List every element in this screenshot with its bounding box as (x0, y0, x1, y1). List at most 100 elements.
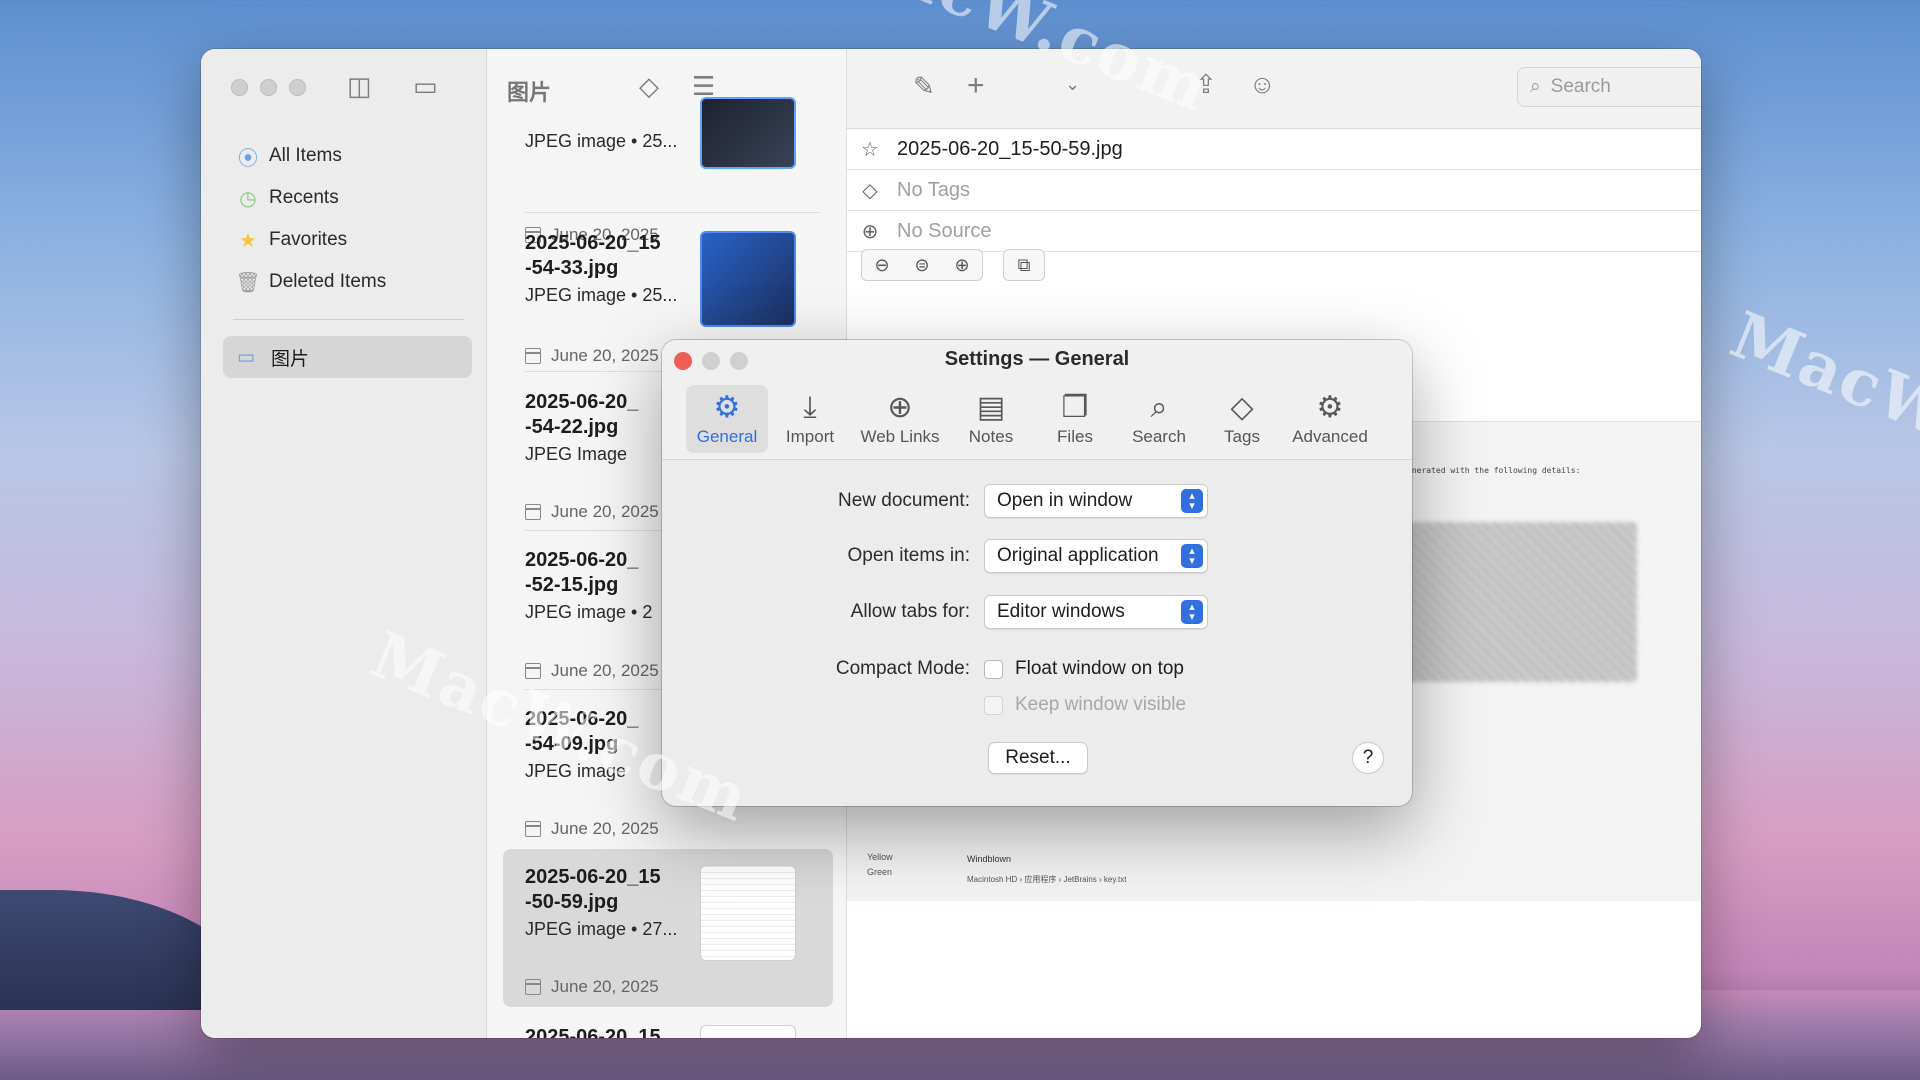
zoom-group: ⊖ ⊜ ⊕ (861, 249, 983, 281)
tab-import[interactable]: ⤓ Import (768, 385, 852, 453)
tag-icon[interactable]: ◇ (639, 73, 659, 99)
file-name: 2025-06-20_15 -50-59.jpg (525, 866, 661, 913)
chevron-updown-icon: ▴ ▾ (1181, 489, 1203, 513)
search-placeholder: Search (1550, 76, 1611, 97)
allow-tabs-label: Allow tabs for: (850, 601, 970, 622)
add-icon[interactable]: + (967, 71, 985, 101)
sidebar: ◫ ▭ ⦿ All Items ◷ Recents ★ Favorites 🗑 … (201, 49, 487, 1038)
file-date: June 20, 2025 (551, 346, 659, 365)
list-item[interactable]: 2025-06-20_15 (525, 1025, 825, 1038)
tab-notes[interactable]: ▤ Notes (948, 385, 1034, 453)
tab-search[interactable]: ⌕ Search (1116, 385, 1202, 453)
import-icon: ⤓ (803, 391, 817, 424)
minimize-button[interactable] (260, 79, 277, 96)
file-date-row: June 20, 2025 (525, 346, 659, 366)
new-document-row: New document: Open in window ▴ ▾ (662, 484, 1412, 518)
keep-visible-row: Keep window visible (662, 694, 1412, 716)
tags-row[interactable]: ◇ No Tags (847, 171, 1701, 211)
split-view-icon[interactable]: ◫ (347, 73, 372, 99)
preview-text: enerated with the following details: (1407, 466, 1581, 475)
gear-icon: ⚙ (713, 391, 741, 424)
zoom-out-icon[interactable]: ⊖ (862, 250, 902, 280)
list-item[interactable]: 2025-06-20_15 -54-33.jpg JPEG image • 25… (525, 231, 825, 365)
compact-mode-label: Compact Mode: (835, 658, 970, 679)
search-field[interactable]: ⌕ Search (1517, 67, 1701, 107)
tab-label: General (696, 427, 758, 446)
collaborate-icon[interactable]: ☺ (1249, 71, 1276, 97)
thumbnail (700, 865, 796, 961)
zoom-in-icon[interactable]: ⊕ (942, 250, 982, 280)
help-button[interactable]: ? (1352, 742, 1384, 774)
keep-visible-checkbox: Keep window visible (984, 694, 1186, 716)
rotate-group: ⧉ (1003, 249, 1045, 281)
zoom-controls: ⊖ ⊜ ⊕ ⧉ (861, 249, 1045, 281)
sidebar-item-label: All Items (269, 145, 342, 166)
close-button[interactable] (231, 79, 248, 96)
sidebar-item-all-items[interactable]: ⦿ All Items (223, 135, 472, 177)
sidebar-divider (233, 319, 464, 320)
source-row[interactable]: ⊕ No Source (847, 212, 1701, 252)
checkbox-label: Float window on top (1015, 658, 1184, 679)
watermark: MacW.com (1720, 297, 1920, 518)
sidebar-item-deleted[interactable]: 🗑 Deleted Items (223, 261, 472, 303)
divider (525, 212, 820, 213)
list-item[interactable]: JPEG image • 25... June 20, 2025 (525, 97, 825, 244)
tab-web-links[interactable]: ⊕ Web Links (852, 385, 948, 453)
compact-mode-row: Compact Mode: Float window on top (662, 658, 1412, 680)
search-icon: ⌕ (1150, 391, 1168, 424)
tab-label: Files (1057, 427, 1093, 446)
preview-blurred-region (1407, 522, 1637, 682)
thumbnail (700, 97, 796, 169)
folder-icon: ▭ (237, 346, 255, 368)
sidebar-toggle-icon[interactable]: ▭ (413, 73, 438, 99)
tab-label: Import (785, 427, 835, 446)
thumbnail (700, 1025, 796, 1038)
tab-files[interactable]: ❐ Files (1034, 385, 1116, 453)
float-on-top-checkbox[interactable]: Float window on top (984, 658, 1184, 680)
allow-tabs-select[interactable]: Editor windows ▴ ▾ (984, 595, 1208, 629)
calendar-icon (525, 504, 541, 520)
sidebar-item-favorites[interactable]: ★ Favorites (223, 219, 472, 261)
compose-icon[interactable]: ✎ (913, 73, 935, 99)
file-date: June 20, 2025 (551, 819, 659, 838)
reset-button[interactable]: Reset... (988, 742, 1088, 774)
sidebar-item-label: Favorites (269, 229, 348, 250)
file-date-row: June 20, 2025 (525, 977, 659, 997)
zoom-button[interactable] (289, 79, 306, 96)
filename-row[interactable]: ☆ 2025-06-20_15-50-59.jpg (847, 130, 1701, 170)
clock-icon: ◷ (239, 187, 257, 210)
tab-label: Search (1132, 427, 1186, 446)
tab-general[interactable]: ⚙ General (686, 385, 768, 453)
globe-icon: ⊕ (887, 391, 913, 424)
list-item-selected[interactable]: 2025-06-20_15 -50-59.jpg JPEG image • 27… (525, 865, 825, 996)
zoom-fit-icon[interactable]: ⊜ (902, 250, 942, 280)
star-icon[interactable]: ☆ (857, 137, 883, 162)
list-view-icon[interactable]: ☰ (692, 73, 715, 99)
tab-tags[interactable]: ◇ Tags (1202, 385, 1282, 453)
calendar-icon (525, 348, 541, 364)
share-icon[interactable]: ⇪ (1195, 71, 1217, 97)
tab-advanced[interactable]: ⚙ Advanced (1282, 385, 1378, 453)
calendar-icon (525, 821, 541, 837)
thumbnail (700, 231, 796, 327)
new-document-label: New document: (837, 490, 970, 511)
file-name: 2025-06-20_15 (525, 1026, 661, 1038)
preview-path: Macintosh HD › 应用程序 › JetBrains › key.tx… (967, 875, 1127, 884)
tab-label: Web Links (860, 427, 940, 446)
rotate-icon[interactable]: ⧉ (1004, 250, 1044, 280)
new-document-select[interactable]: Open in window ▴ ▾ (984, 484, 1208, 518)
tab-label: Tags (1224, 427, 1260, 446)
checkbox-disabled (984, 695, 1003, 715)
open-items-select[interactable]: Original application ▴ ▾ (984, 539, 1208, 573)
dialog-title: Settings — General (944, 348, 1130, 370)
notes-icon: ▤ (976, 391, 1006, 424)
chevron-updown-icon: ▴ ▾ (1181, 544, 1203, 568)
allow-tabs-row: Allow tabs for: Editor windows ▴ ▾ (662, 595, 1412, 629)
sidebar-item-folder[interactable]: ▭ 图片 (223, 336, 472, 378)
star-icon: ★ (239, 229, 257, 252)
file-name: 2025-06-20_15 -54-33.jpg (525, 232, 661, 279)
sidebar-item-recents[interactable]: ◷ Recents (223, 177, 472, 219)
chevron-down-icon[interactable]: ⌄ (1065, 75, 1080, 93)
checkbox[interactable] (984, 659, 1003, 679)
folder-title: 图片 (507, 80, 552, 105)
